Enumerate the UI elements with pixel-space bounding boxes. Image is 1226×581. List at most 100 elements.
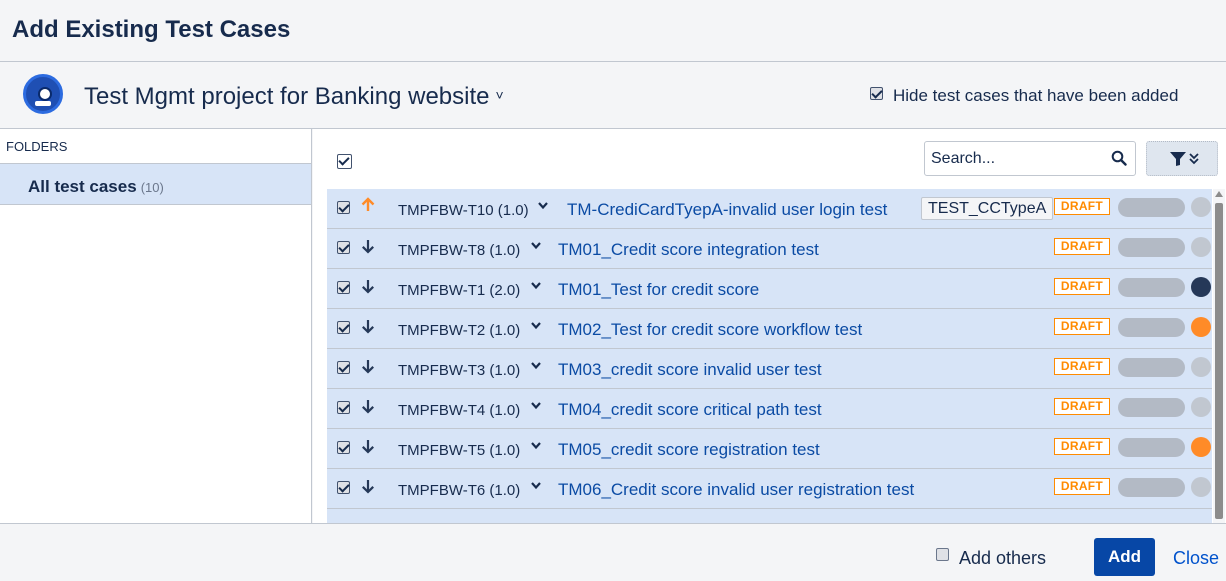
status-badge: DRAFT xyxy=(1054,358,1110,375)
add-others-checkbox[interactable] xyxy=(936,548,949,561)
table-row[interactable]: TMPFBW-T6 (1.0) TM06_Credit score invalid… xyxy=(327,469,1212,509)
chevron-down-icon[interactable] xyxy=(530,481,542,491)
test-case-key: TMPFBW-T1 (2.0) xyxy=(398,282,521,299)
status-dot xyxy=(1191,277,1211,297)
test-case-label[interactable]: TEST_CCTypeA xyxy=(921,197,1054,220)
row-checkbox[interactable] xyxy=(337,441,350,454)
folders-sidebar: FOLDERS All test cases (10) xyxy=(0,129,312,523)
project-selector[interactable]: Test Mgmt project for Banking website ˅ xyxy=(84,83,504,111)
progress-bar xyxy=(1118,238,1185,257)
chevron-down-icon[interactable] xyxy=(530,401,542,411)
hide-added-label: Hide test cases that have been added xyxy=(893,86,1179,105)
close-link[interactable]: Close xyxy=(1173,548,1219,569)
dialog-title: Add Existing Test Cases xyxy=(12,16,291,43)
priority-high-icon xyxy=(361,197,375,211)
table-row[interactable]: TMPFBW-T8 (1.0) TM01_Credit score integra… xyxy=(327,229,1212,269)
test-case-title[interactable]: TM01_Test for credit score xyxy=(558,280,759,300)
filter-icon xyxy=(1170,152,1199,166)
chevron-down-icon[interactable] xyxy=(537,201,549,211)
test-case-key: TMPFBW-T10 (1.0) xyxy=(398,202,529,219)
test-case-key: TMPFBW-T5 (1.0) xyxy=(398,442,521,459)
row-checkbox[interactable] xyxy=(337,481,350,494)
search-box xyxy=(924,141,1136,176)
table-row[interactable]: TMPFBW-T2 (1.0) TM02_Test for credit scor… xyxy=(327,309,1212,349)
row-checkbox[interactable] xyxy=(337,201,350,214)
status-dot xyxy=(1191,237,1211,257)
chevron-down-icon[interactable] xyxy=(530,361,542,371)
table-row[interactable]: TMPFBW-T3 (1.0) TM03_credit score invalid… xyxy=(327,349,1212,389)
test-case-title[interactable]: TM05_credit score registration test xyxy=(558,440,820,460)
dialog-header: Add Existing Test Cases xyxy=(0,0,1226,62)
project-name: Test Mgmt project for Banking website xyxy=(84,83,490,110)
table-row[interactable]: TMPFBW-T10 (1.0) TM-CrediCardTyepA-invali… xyxy=(327,189,1212,229)
status-badge: DRAFT xyxy=(1054,478,1110,495)
select-all-checkbox[interactable] xyxy=(337,154,352,170)
status-dot xyxy=(1191,397,1211,417)
progress-bar xyxy=(1118,318,1185,337)
folder-all-test-cases[interactable]: All test cases (10) xyxy=(0,163,311,205)
progress-bar xyxy=(1118,278,1185,297)
status-badge: DRAFT xyxy=(1054,238,1110,255)
table-row[interactable]: TMPFBW-T5 (1.0) TM05_credit score registr… xyxy=(327,429,1212,469)
chevron-down-icon[interactable] xyxy=(530,281,542,291)
test-case-title[interactable]: TM04_credit score critical path test xyxy=(558,400,822,420)
status-badge: DRAFT xyxy=(1054,278,1110,295)
test-case-title[interactable]: TM01_Credit score integration test xyxy=(558,240,819,260)
status-dot xyxy=(1191,437,1211,457)
test-case-key: TMPFBW-T4 (1.0) xyxy=(398,402,521,419)
test-case-title[interactable]: TM06_Credit score invalid user registrat… xyxy=(558,480,914,500)
test-case-key: TMPFBW-T8 (1.0) xyxy=(398,242,521,259)
chevron-down-icon[interactable] xyxy=(530,321,542,331)
test-case-title[interactable]: TM-CrediCardTyepA-invalid user login tes… xyxy=(567,200,887,220)
status-dot xyxy=(1191,197,1211,217)
priority-low-icon xyxy=(362,480,374,494)
project-avatar xyxy=(23,74,63,114)
folders-heading: FOLDERS xyxy=(6,139,68,154)
filter-button[interactable] xyxy=(1146,141,1218,176)
status-badge: DRAFT xyxy=(1054,438,1110,455)
search-input[interactable] xyxy=(931,149,1101,169)
select-all[interactable] xyxy=(337,153,352,171)
row-checkbox[interactable] xyxy=(337,361,350,374)
project-bar: Test Mgmt project for Banking website ˅ H… xyxy=(0,62,1226,129)
status-dot xyxy=(1191,477,1211,497)
progress-bar xyxy=(1118,398,1185,417)
row-checkbox[interactable] xyxy=(337,241,350,254)
add-button[interactable]: Add xyxy=(1094,538,1155,576)
test-case-panel: TMPFBW-T10 (1.0) TM-CrediCardTyepA-invali… xyxy=(313,129,1226,523)
hide-added-toggle[interactable]: Hide test cases that have been added xyxy=(870,86,1178,106)
folder-count: (10) xyxy=(140,180,164,195)
chevron-down-icon[interactable] xyxy=(530,441,542,451)
row-checkbox[interactable] xyxy=(337,401,350,414)
priority-low-icon xyxy=(362,280,374,294)
table-row[interactable]: TMPFBW-T1 (2.0) TM01_Test for credit scor… xyxy=(327,269,1212,309)
folder-name: All test cases xyxy=(28,177,137,196)
progress-bar xyxy=(1118,198,1185,217)
search-icon[interactable] xyxy=(1111,150,1127,166)
hide-added-checkbox[interactable] xyxy=(870,87,883,100)
row-checkbox[interactable] xyxy=(337,281,350,294)
status-badge: DRAFT xyxy=(1054,318,1110,335)
add-others-label: Add others xyxy=(959,548,1047,568)
test-case-key: TMPFBW-T3 (1.0) xyxy=(398,362,521,379)
priority-low-icon xyxy=(362,440,374,454)
test-case-title[interactable]: TM03_credit score invalid user test xyxy=(558,360,822,380)
dialog-footer: Add others Add Close xyxy=(0,523,1226,581)
status-dot xyxy=(1191,317,1211,337)
priority-low-icon xyxy=(362,240,374,254)
test-case-list: TMPFBW-T10 (1.0) TM-CrediCardTyepA-invali… xyxy=(327,189,1212,523)
test-case-key: TMPFBW-T6 (1.0) xyxy=(398,482,521,499)
priority-low-icon xyxy=(362,360,374,374)
add-others-toggle[interactable]: Add others xyxy=(936,548,1046,569)
row-checkbox[interactable] xyxy=(337,321,350,334)
test-case-key: TMPFBW-T2 (1.0) xyxy=(398,322,521,339)
test-case-title[interactable]: TM02_Test for credit score workflow test xyxy=(558,320,862,340)
priority-low-icon xyxy=(362,400,374,414)
list-scrollbar[interactable] xyxy=(1213,189,1225,523)
chevron-down-icon[interactable] xyxy=(530,241,542,251)
table-row[interactable]: TMPFBW-T4 (1.0) TM04_credit score critica… xyxy=(327,389,1212,429)
status-dot xyxy=(1191,357,1211,377)
status-badge: DRAFT xyxy=(1054,198,1110,215)
status-badge: DRAFT xyxy=(1054,398,1110,415)
chevron-down-icon: ˅ xyxy=(495,87,504,103)
